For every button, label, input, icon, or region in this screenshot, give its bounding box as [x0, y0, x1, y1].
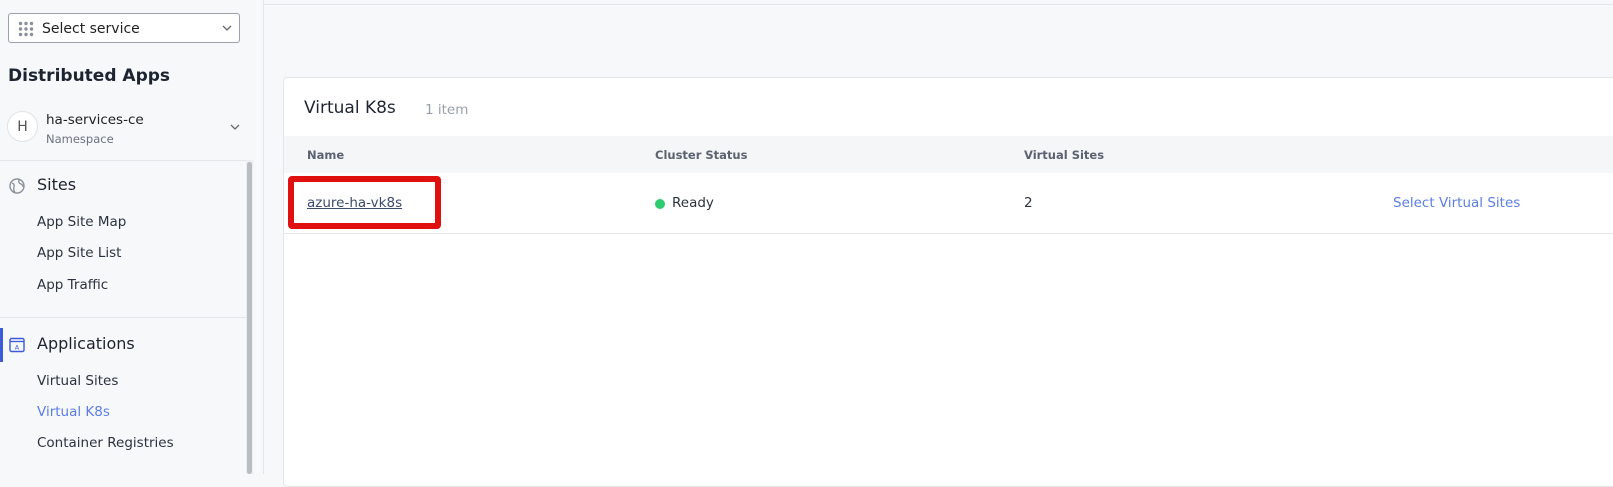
status-dot-icon	[655, 199, 665, 209]
table-header: Name Cluster Status Virtual Sites	[284, 136, 1613, 173]
namespace-label: Namespace	[46, 132, 114, 146]
card-title: Virtual K8s	[304, 98, 396, 118]
section-title: Sites	[37, 175, 77, 194]
section-applications[interactable]: A Applications	[0, 330, 252, 360]
column-header-virtual-sites[interactable]: Virtual Sites	[1024, 148, 1104, 162]
namespace-selector[interactable]: H ha-services-ce Namespace	[7, 110, 257, 150]
divider	[0, 160, 252, 161]
table-row[interactable]: azure-ha-vk8s Ready 2 Select Virtual Sit…	[284, 173, 1613, 234]
header-divider	[263, 4, 1613, 5]
row-status: Ready	[655, 195, 714, 211]
namespace-avatar: H	[7, 111, 38, 142]
service-select[interactable]: Select service	[8, 13, 240, 43]
sidebar: Select service Distributed Apps H ha-ser…	[0, 0, 264, 474]
app-title: Distributed Apps	[8, 66, 171, 86]
namespace-name: ha-services-ce	[46, 112, 144, 128]
column-header-cluster-status[interactable]: Cluster Status	[655, 148, 747, 162]
globe-icon	[9, 178, 25, 194]
grid-icon	[18, 21, 34, 37]
row-virtual-sites-count: 2	[1024, 195, 1033, 211]
section-sites[interactable]: Sites	[0, 171, 252, 201]
sidebar-item-virtual-k8s[interactable]: Virtual K8s	[37, 404, 110, 420]
item-count: 1 item	[425, 102, 469, 118]
section-title: Applications	[37, 334, 135, 353]
sidebar-item-app-site-list[interactable]: App Site List	[37, 245, 121, 261]
row-name-link[interactable]: azure-ha-vk8s	[307, 195, 402, 211]
chevron-down-icon	[230, 124, 240, 130]
sidebar-item-app-traffic[interactable]: App Traffic	[37, 277, 108, 293]
service-select-label: Select service	[42, 21, 140, 37]
column-header-name[interactable]: Name	[307, 148, 344, 162]
row-name[interactable]: azure-ha-vk8s	[307, 195, 402, 211]
sidebar-item-virtual-sites[interactable]: Virtual Sites	[37, 373, 118, 389]
divider	[0, 317, 252, 318]
sidebar-item-container-registries[interactable]: Container Registries	[37, 435, 174, 451]
chevron-down-icon	[222, 25, 232, 31]
virtual-k8s-card: Virtual K8s 1 item Name Cluster Status V…	[283, 77, 1613, 487]
sidebar-item-app-site-map[interactable]: App Site Map	[37, 214, 126, 230]
select-virtual-sites-link[interactable]: Select Virtual Sites	[1393, 195, 1520, 211]
row-status-text: Ready	[672, 195, 714, 211]
svg-text:A: A	[15, 344, 20, 352]
app-icon: A	[9, 337, 25, 353]
sidebar-scrollbar-thumb[interactable]	[247, 162, 252, 474]
